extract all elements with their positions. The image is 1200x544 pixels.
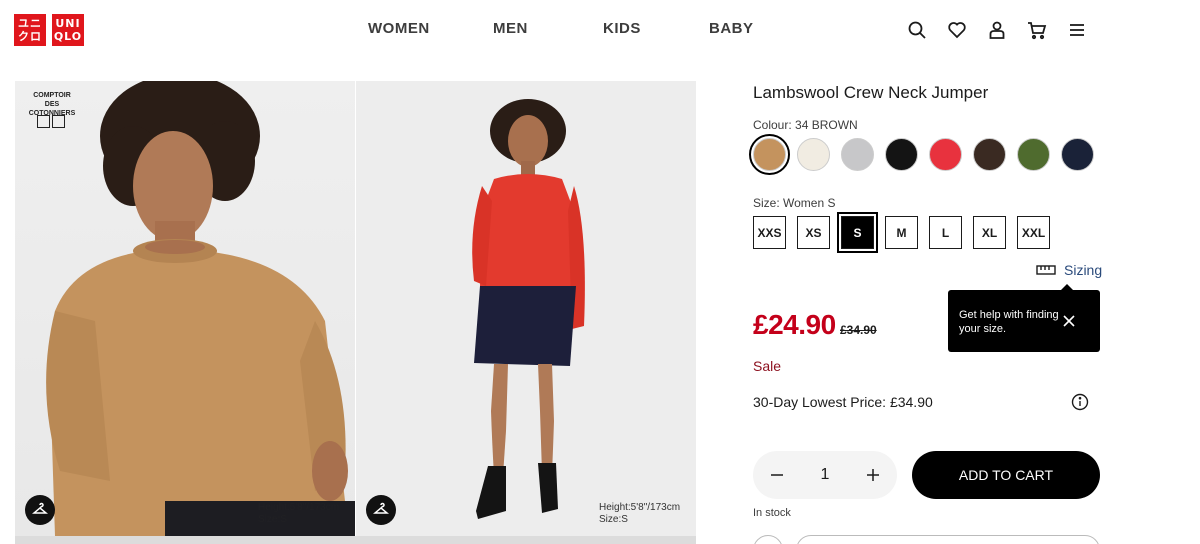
hanger-icon[interactable] bbox=[366, 495, 396, 525]
model-closeup-illustration bbox=[46, 81, 355, 536]
menu-icon[interactable] bbox=[1066, 19, 1088, 41]
secondary-round-button[interactable] bbox=[753, 535, 783, 544]
original-price: £34.90 bbox=[840, 323, 877, 337]
account-icon[interactable] bbox=[986, 19, 1008, 41]
nav-kids[interactable]: KIDS bbox=[603, 20, 641, 37]
size-xxs[interactable]: XXS bbox=[753, 216, 786, 249]
model-height: Height:5'8"/173cm bbox=[599, 502, 681, 513]
stock-status: In stock bbox=[753, 507, 791, 519]
ruler-icon bbox=[1036, 265, 1056, 275]
size-options: XXS XS S M L XL XXL bbox=[753, 212, 1050, 253]
model-caption: Height:5'8"/173cm Size:S bbox=[599, 502, 680, 526]
swatch-navy[interactable] bbox=[1061, 138, 1094, 171]
swatch-olive[interactable] bbox=[1017, 138, 1050, 171]
model-full-illustration bbox=[472, 99, 585, 519]
tooltip-text: Get help with finding your size. bbox=[959, 309, 1059, 335]
swatch-brown[interactable] bbox=[749, 134, 790, 175]
header-icons bbox=[906, 19, 1088, 41]
add-to-cart-button[interactable]: ADD TO CART bbox=[912, 451, 1100, 499]
size-label: Size: Women S bbox=[753, 196, 836, 210]
model-size: Size:S bbox=[599, 514, 628, 525]
size-l[interactable]: L bbox=[929, 216, 962, 249]
sizing-link[interactable]: Sizing bbox=[1036, 262, 1102, 278]
swatch-red[interactable] bbox=[929, 138, 962, 171]
swatch-grey[interactable] bbox=[841, 138, 874, 171]
quantity-stepper: 1 bbox=[753, 451, 897, 499]
site-header: ユニ クロ UNI QLO WOMEN MEN KIDS BABY bbox=[0, 0, 1200, 62]
cart-icon[interactable] bbox=[1026, 19, 1048, 41]
size-s[interactable]: S bbox=[837, 212, 878, 253]
swatch-black[interactable] bbox=[885, 138, 918, 171]
product-image-closeup[interactable]: COMPTOIR DES COTONNIERS Height:5'8"/173c… bbox=[15, 81, 355, 536]
swatch-off-white[interactable] bbox=[797, 138, 830, 171]
product-image-full[interactable]: Height:5'8"/173cm Size:S bbox=[356, 81, 696, 536]
sale-badge: Sale bbox=[753, 358, 782, 374]
size-xl[interactable]: XL bbox=[973, 216, 1006, 249]
info-icon[interactable] bbox=[1071, 393, 1089, 411]
colour-swatches bbox=[749, 134, 1094, 175]
nav-baby[interactable]: BABY bbox=[709, 20, 754, 37]
brand-tag: COMPTOIR DES COTONNIERS bbox=[28, 92, 76, 117]
secondary-pill-button[interactable] bbox=[796, 535, 1100, 544]
product-title: Lambswool Crew Neck Jumper bbox=[753, 83, 989, 102]
nav-men[interactable]: MEN bbox=[493, 20, 528, 37]
close-icon[interactable] bbox=[1062, 314, 1076, 328]
plus-icon[interactable] bbox=[862, 464, 884, 486]
model-caption-faded: Height:5'8"/173cm Size:S bbox=[258, 502, 340, 525]
sale-price: £24.90 bbox=[753, 309, 836, 340]
size-help-tooltip: Get help with finding your size. bbox=[948, 284, 1100, 352]
uniqlo-mini-logo bbox=[37, 115, 65, 128]
search-icon[interactable] bbox=[906, 19, 928, 41]
hanger-icon[interactable] bbox=[25, 495, 55, 525]
nav-women[interactable]: WOMEN bbox=[368, 20, 430, 37]
size-m[interactable]: M bbox=[885, 216, 918, 249]
sizing-label: Sizing bbox=[1064, 262, 1103, 278]
swatch-dark-brown[interactable] bbox=[973, 138, 1006, 171]
heart-icon[interactable] bbox=[946, 19, 968, 41]
size-xxl[interactable]: XXL bbox=[1017, 216, 1050, 249]
colour-label: Colour: 34 BROWN bbox=[753, 118, 858, 132]
minus-icon[interactable] bbox=[766, 464, 788, 486]
quantity-value[interactable]: 1 bbox=[813, 466, 837, 484]
size-xs[interactable]: XS bbox=[797, 216, 830, 249]
lowest-price: 30-Day Lowest Price: £34.90 bbox=[753, 394, 933, 410]
gallery-next-row bbox=[15, 536, 696, 544]
